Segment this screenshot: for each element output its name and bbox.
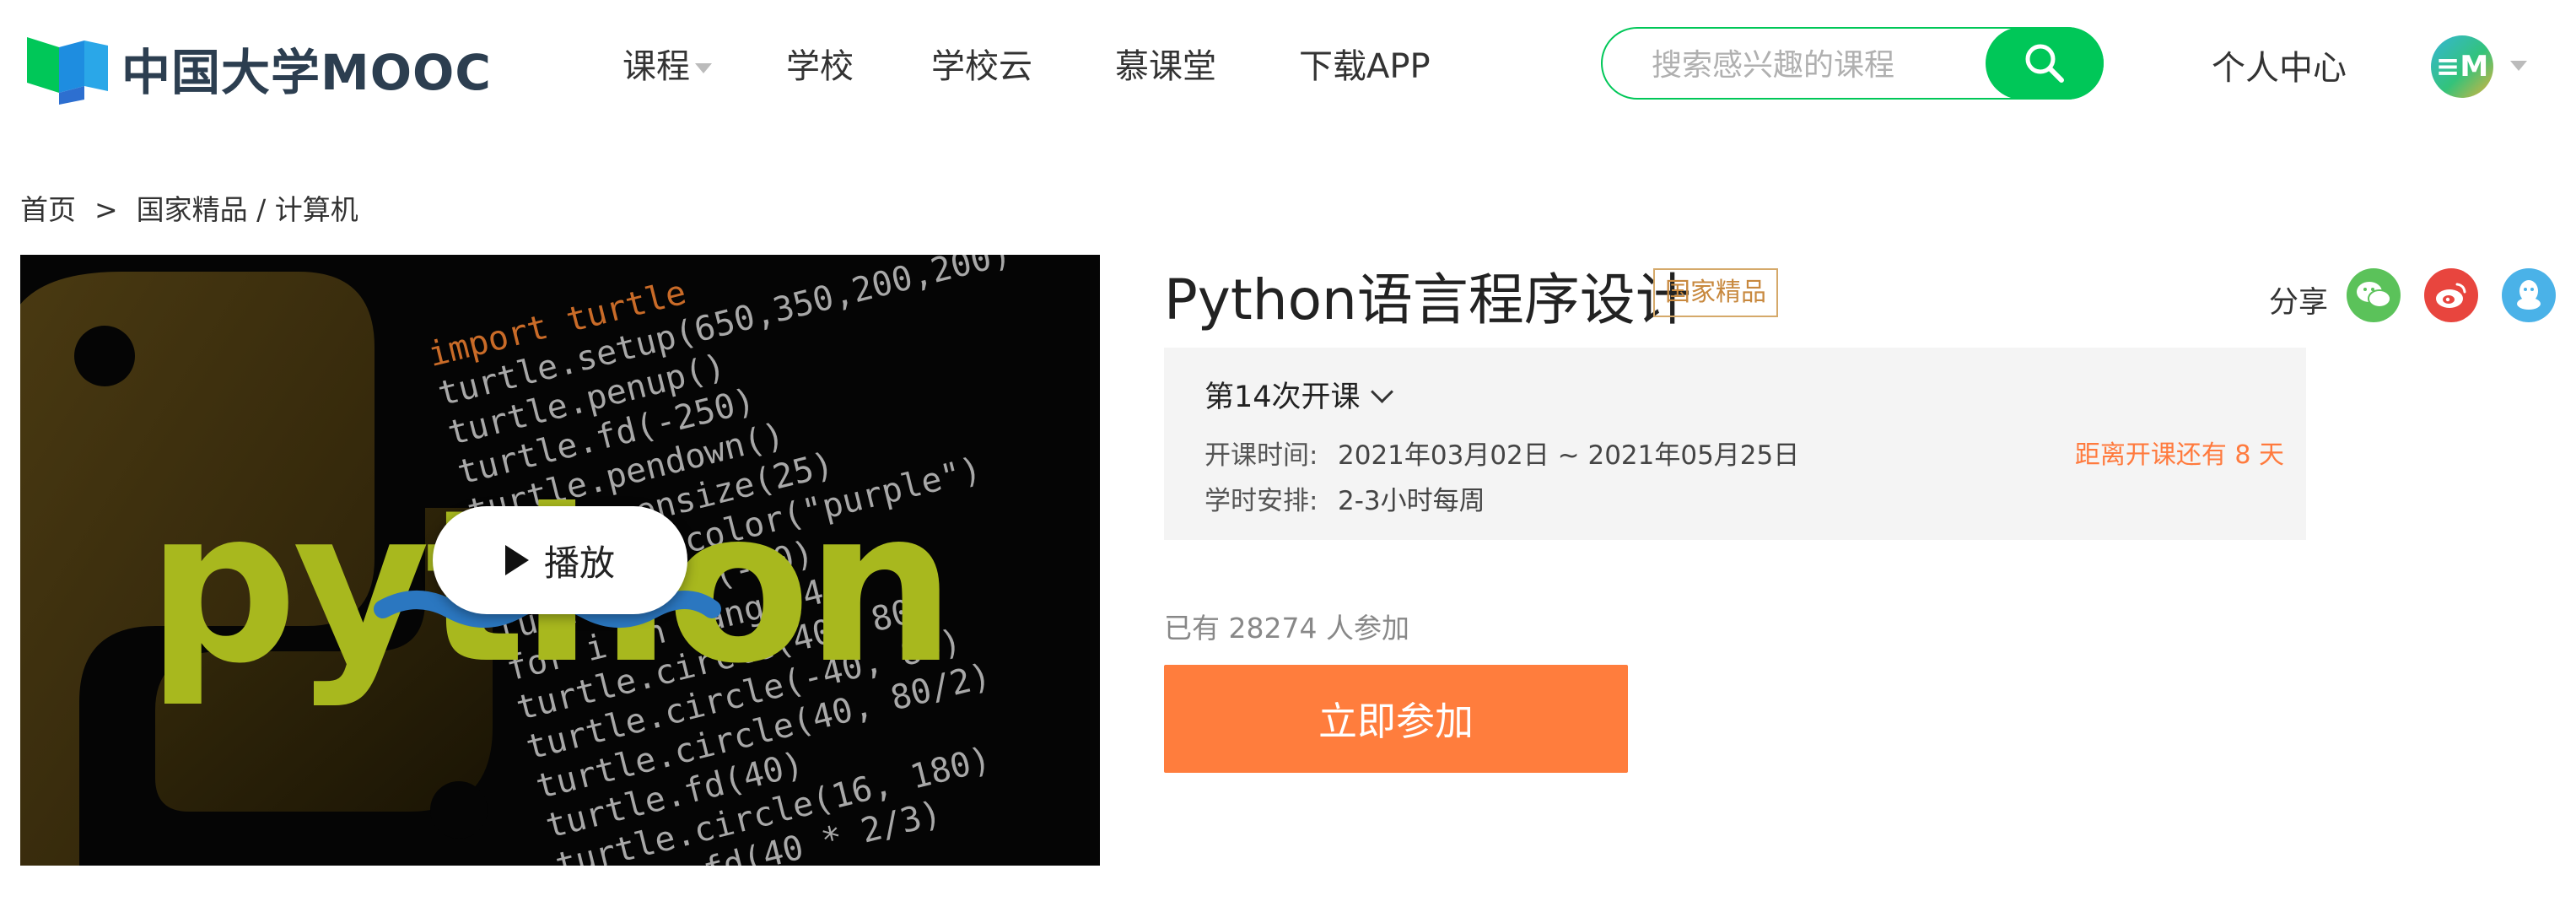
join-now-button[interactable]: 立即参加 bbox=[1164, 665, 1628, 773]
hours-label: 学时安排: bbox=[1204, 486, 1318, 516]
weibo-share-button[interactable] bbox=[2424, 268, 2478, 322]
hours-value: 2-3小时每周 bbox=[1338, 486, 1485, 516]
nav-download-app[interactable]: 下载APP bbox=[1299, 39, 1431, 88]
breadcrumb-subcategory[interactable]: 计算机 bbox=[275, 193, 358, 226]
countdown-text: 距离开课还有 8 天 bbox=[2074, 440, 2284, 470]
start-time-value: 2021年03月02日 ~ 2021年05月25日 bbox=[1338, 440, 1800, 471]
search-box bbox=[1601, 27, 2104, 100]
breadcrumb-slash: / bbox=[256, 193, 267, 226]
qq-share-button[interactable] bbox=[2502, 268, 2556, 322]
search-icon bbox=[2025, 44, 2064, 83]
logo-book-icon bbox=[27, 37, 108, 105]
breadcrumb-home[interactable]: 首页 bbox=[20, 193, 76, 226]
term-selector[interactable]: 第14次开课 bbox=[1204, 373, 1393, 416]
chevron-down-icon bbox=[1370, 380, 1393, 403]
personal-center-link[interactable]: 个人中心 bbox=[2212, 40, 2347, 89]
nav-school-cloud[interactable]: 学校云 bbox=[931, 39, 1032, 88]
avatar[interactable]: ≡M bbox=[2431, 35, 2493, 98]
national-quality-badge: 国家精品 bbox=[1653, 268, 1778, 317]
caret-down-icon[interactable] bbox=[2510, 61, 2527, 71]
enrolled-count: 已有 28274 人参加 bbox=[1164, 612, 1409, 645]
nav-courses[interactable]: 课程 bbox=[622, 39, 712, 88]
breadcrumb-separator: > bbox=[94, 193, 118, 226]
logo-text: 中国大学MOOC bbox=[121, 44, 492, 101]
weibo-icon bbox=[2436, 283, 2466, 308]
term-info-panel: 第14次开课 开课时间: 2021年03月02日 ~ 2021年05月25日 学… bbox=[1164, 348, 2306, 540]
wechat-share-button[interactable] bbox=[2347, 268, 2401, 322]
breadcrumb-category[interactable]: 国家精品 bbox=[137, 193, 248, 226]
search-button[interactable] bbox=[1986, 27, 2104, 100]
play-icon bbox=[504, 545, 529, 575]
wechat-icon bbox=[2357, 282, 2391, 308]
caret-down-icon bbox=[695, 63, 712, 73]
course-video[interactable]: import turtle turtle.setup(650,350,200,20… bbox=[20, 255, 1100, 866]
term-title: 第14次开课 bbox=[1204, 380, 1361, 414]
nav-mooc-classroom[interactable]: 慕课堂 bbox=[1115, 39, 1216, 88]
play-button-label: 播放 bbox=[543, 542, 615, 584]
breadcrumb: 首页 > 国家精品 / 计算机 bbox=[20, 187, 358, 228]
share-label: 分享 bbox=[2269, 286, 2329, 320]
search-input[interactable] bbox=[1650, 40, 1982, 89]
nav-courses-label: 课程 bbox=[622, 47, 690, 86]
nav-schools[interactable]: 学校 bbox=[786, 39, 854, 88]
course-title: Python语言程序设计 bbox=[1164, 267, 1691, 332]
start-time-label: 开课时间: bbox=[1204, 440, 1318, 471]
site-logo[interactable]: 中国大学MOOC bbox=[25, 32, 498, 105]
play-button[interactable]: 播放 bbox=[433, 506, 687, 614]
qq-icon bbox=[2517, 280, 2541, 310]
